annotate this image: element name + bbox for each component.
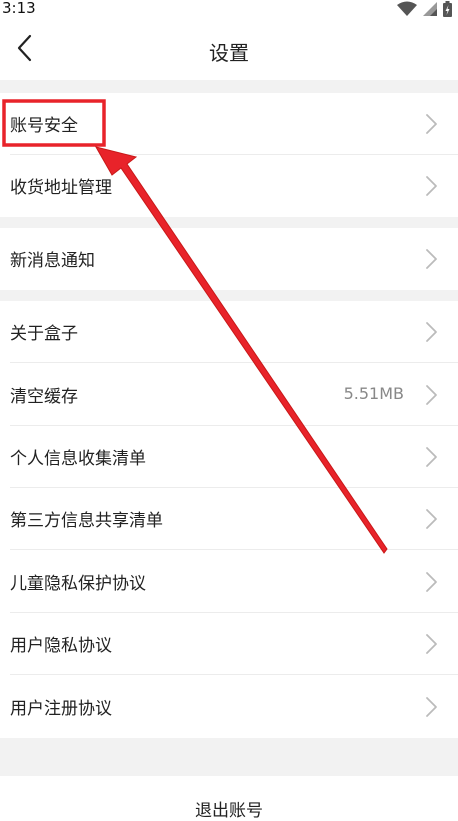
settings-item-account-security[interactable]: 账号安全: [0, 93, 458, 155]
chevron-right-icon: [426, 509, 437, 529]
logout-button[interactable]: 退出账号: [0, 796, 458, 821]
signal-icon: [423, 2, 437, 16]
chevron-right-icon: [426, 572, 437, 592]
chevron-right-icon: [426, 322, 437, 342]
section-gap: [0, 217, 458, 228]
chevron-right-icon: [426, 385, 437, 405]
chevron-right-icon: [426, 697, 437, 717]
section-gap: [0, 290, 458, 301]
settings-item-personal-info-list[interactable]: 个人信息收集清单: [0, 426, 458, 488]
header: 设置: [0, 18, 458, 80]
settings-item-label: 个人信息收集清单: [10, 449, 146, 469]
settings-item-label: 关于盒子: [10, 324, 78, 344]
status-bar: 3:13: [0, 0, 458, 18]
wifi-icon: [397, 1, 417, 16]
settings-item-label: 收货地址管理: [10, 178, 112, 198]
settings-item-label: 用户隐私协议: [10, 636, 112, 656]
settings-item-user-privacy[interactable]: 用户隐私协议: [0, 613, 458, 675]
page-title: 设置: [209, 41, 249, 65]
settings-item-label: 新消息通知: [10, 251, 95, 271]
divider: [10, 674, 458, 675]
settings-item-user-registration[interactable]: 用户注册协议: [0, 676, 458, 738]
battery-icon: [443, 1, 452, 17]
chevron-right-icon: [426, 176, 437, 196]
chevron-right-icon: [426, 114, 437, 134]
section-gap: [0, 80, 458, 93]
chevron-right-icon: [426, 249, 437, 269]
settings-item-label: 儿童隐私保护协议: [10, 574, 146, 594]
logout-area: 退出账号: [0, 776, 458, 821]
settings-item-third-party-sharing[interactable]: 第三方信息共享清单: [0, 488, 458, 550]
cache-size-value: 5.51MB: [343, 384, 404, 403]
settings-item-label: 清空缓存: [10, 387, 78, 407]
divider: [10, 362, 458, 363]
divider: [10, 549, 458, 550]
settings-item-label: 第三方信息共享清单: [10, 511, 163, 531]
settings-item-clear-cache[interactable]: 清空缓存 5.51MB: [0, 364, 458, 426]
settings-item-shipping-address[interactable]: 收货地址管理: [0, 155, 458, 217]
chevron-right-icon: [426, 634, 437, 654]
section-gap: [0, 738, 458, 776]
settings-item-child-privacy[interactable]: 儿童隐私保护协议: [0, 551, 458, 613]
chevron-right-icon: [426, 447, 437, 467]
settings-item-label: 账号安全: [10, 116, 78, 136]
settings-item-label: 用户注册协议: [10, 699, 112, 719]
settings-item-notifications[interactable]: 新消息通知: [0, 228, 458, 290]
status-time: 3:13: [2, 0, 36, 17]
settings-item-about[interactable]: 关于盒子: [0, 301, 458, 363]
status-icons: [397, 1, 452, 17]
